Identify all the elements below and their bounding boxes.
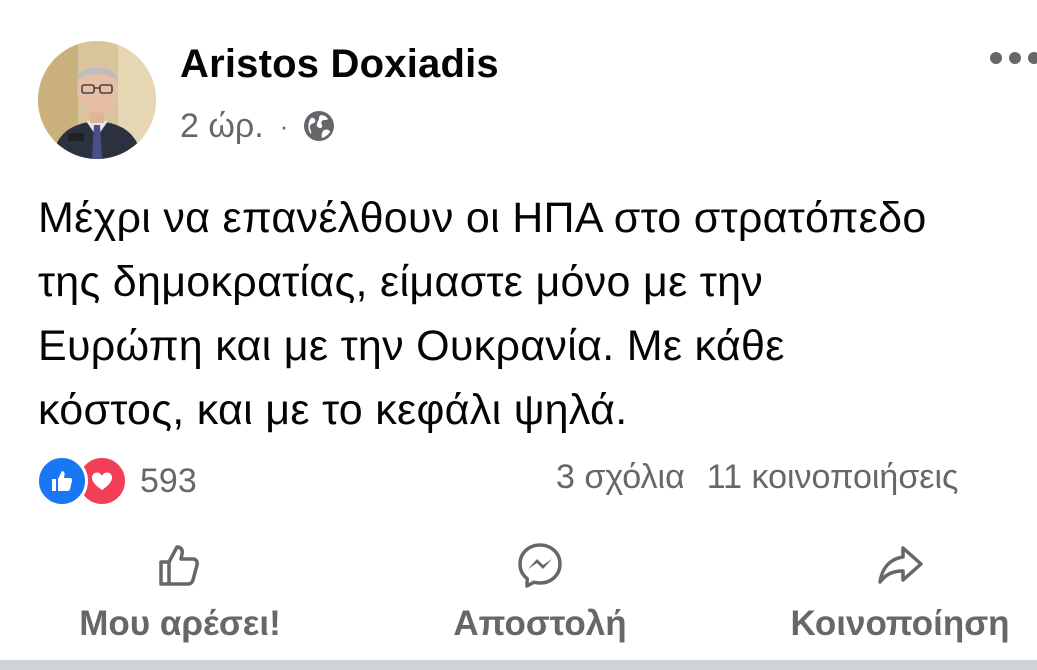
post-text-line: Μέχρι να επανέλθουν οι ΗΠΑ στο στρατόπεδ… [38,194,927,242]
reaction-summary[interactable]: 593 [36,455,197,507]
facebook-post: Aristos Doxiadis 2 ώρ. · Μέχρι να επανέλ… [0,0,1037,670]
share-label: Κοινοποίηση [790,604,1010,643]
post-text-line: της δημοκρατίας, είμαστε μόνο με την [38,258,764,306]
share-button[interactable]: Κοινοποίηση [770,540,1030,644]
messenger-icon [518,543,562,588]
like-label: Μου αρέσει! [79,604,281,643]
shares-count[interactable]: 11 κοινοποιήσεις [707,458,959,496]
post-text-line: κόστος, και με το κεφάλι ψηλά. [38,386,628,434]
action-bar: Μου αρέσει! Αποστολή Κοινοποίηση [0,540,1037,660]
more-options-icon[interactable] [990,52,1037,64]
comments-count[interactable]: 3 σχόλια [556,458,685,496]
globe-icon[interactable] [302,109,336,143]
send-button[interactable]: Αποστολή [420,540,660,644]
like-reaction-icon [36,455,88,507]
reaction-count: 593 [140,461,197,500]
post-separator [0,660,1037,670]
meta-separator: · [279,110,289,141]
post-text-line: Ευρώπη και με την Ουκρανία. Με κάθε [38,322,785,370]
like-button[interactable]: Μου αρέσει! [60,540,300,644]
avatar[interactable] [38,41,156,159]
post-time[interactable]: 2 ώρ. [180,107,264,146]
send-label: Αποστολή [453,604,627,643]
author-name[interactable]: Aristos Doxiadis [180,42,499,87]
share-arrow-icon [878,546,923,584]
post-meta: 2 ώρ. · [180,106,336,146]
post-text: Μέχρι να επανέλθουν οι ΗΠΑ στο στρατόπεδ… [38,186,1037,442]
engagement-stats: 3 σχόλια 11 κοινοποιήσεις [556,458,958,497]
author-photo [38,41,156,159]
thumbs-up-icon [159,545,199,586]
